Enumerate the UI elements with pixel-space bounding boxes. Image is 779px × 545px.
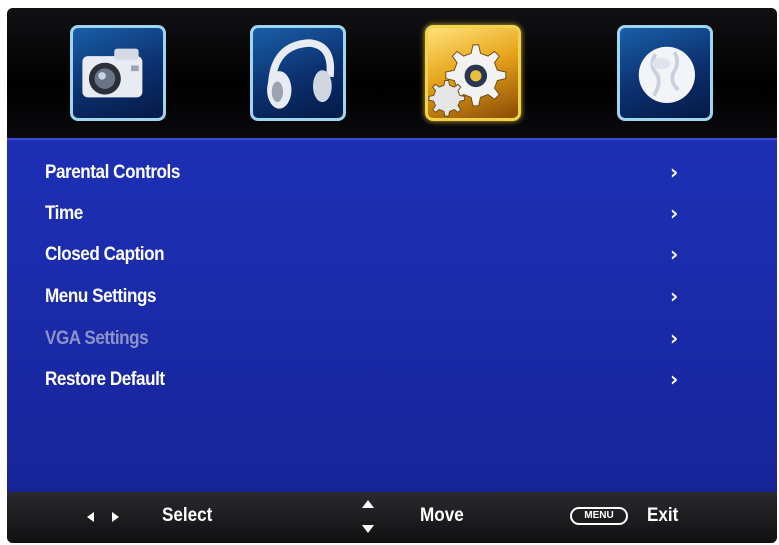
- gear-icon: [428, 44, 507, 117]
- arrow-down-icon: [362, 525, 374, 533]
- category-channel[interactable]: [617, 25, 713, 121]
- category-sound[interactable]: [250, 25, 346, 121]
- category-picture[interactable]: [70, 25, 166, 121]
- menu-item-label: VGA Settings: [45, 328, 149, 349]
- category-bar: [7, 8, 777, 138]
- camera-icon: [82, 48, 143, 98]
- menu-item-label: Menu Settings: [45, 286, 157, 307]
- help-move-label: Move: [420, 505, 464, 526]
- globe-icon: [638, 46, 695, 103]
- menu-item-label: Restore Default: [45, 369, 165, 390]
- menu-item-menu-settings[interactable]: Menu Settings ›: [45, 280, 745, 316]
- chevron-right-icon: ›: [670, 284, 679, 308]
- menu-item-parental-controls[interactable]: Parental Controls ›: [45, 156, 745, 192]
- menu-item-vga-settings: VGA Settings ›: [45, 322, 745, 358]
- menu-item-restore-default[interactable]: Restore Default ›: [45, 363, 745, 399]
- arrow-up-icon: [362, 500, 374, 508]
- arrow-right-icon: [112, 512, 119, 522]
- help-exit-label: Exit: [647, 505, 679, 526]
- setup-menu: Parental Controls › Time › Closed Captio…: [7, 138, 777, 492]
- chevron-right-icon: ›: [670, 201, 679, 225]
- menu-item-label: Closed Caption: [45, 244, 165, 265]
- menu-item-closed-caption[interactable]: Closed Caption ›: [45, 238, 745, 274]
- help-select-label: Select: [162, 505, 213, 526]
- chevron-right-icon: ›: [670, 367, 679, 391]
- chevron-right-icon: ›: [670, 326, 679, 350]
- chevron-right-icon: ›: [670, 160, 679, 184]
- chevron-right-icon: ›: [670, 242, 679, 266]
- help-bar: Select Move MENU Exit: [7, 492, 777, 543]
- menu-item-time[interactable]: Time ›: [45, 197, 745, 233]
- headphones-icon: [267, 39, 335, 109]
- category-setup[interactable]: [425, 25, 521, 121]
- arrow-left-icon: [87, 512, 94, 522]
- menu-item-label: Parental Controls: [45, 162, 180, 183]
- tv-screen: Parental Controls › Time › Closed Captio…: [7, 8, 777, 543]
- menu-key-icon: MENU: [570, 507, 628, 525]
- menu-item-label: Time: [45, 203, 83, 224]
